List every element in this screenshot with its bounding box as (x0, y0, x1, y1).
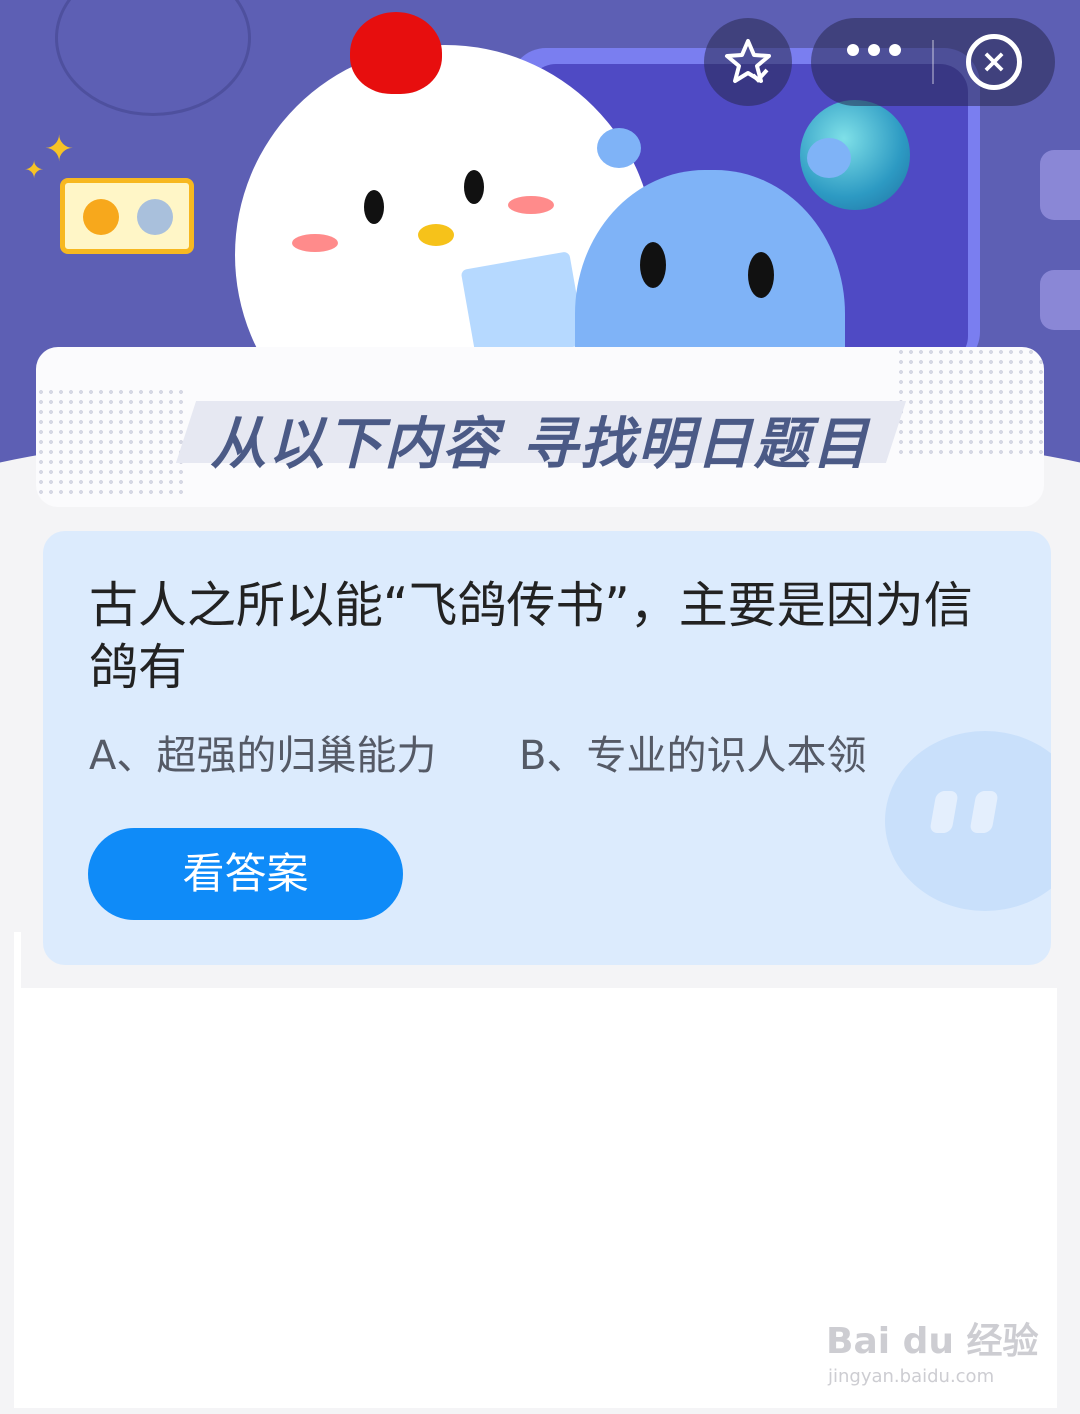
sparkle-icon: ✦ (24, 156, 45, 184)
chicken-beak (418, 224, 454, 246)
alien-eye (640, 242, 666, 288)
alien-eye (748, 252, 774, 298)
option-b: B、专业的识人本领 (519, 733, 867, 779)
alien-antenna (597, 128, 641, 168)
option-a: A、超强的归巢能力 (89, 733, 437, 779)
star-check-icon (725, 39, 771, 83)
title-banner: 从以下内容 寻找明日题目 (36, 347, 1044, 507)
medal-frame-illustration (60, 178, 194, 254)
favorite-button[interactable] (704, 18, 792, 106)
watermark-url: jingyan.baidu.com (828, 1366, 995, 1387)
side-tab-decoration (1040, 270, 1080, 330)
watermark-brand: Bai du 经验 (826, 1321, 1039, 1362)
chicken-eye (464, 170, 484, 204)
view-answer-button[interactable]: 看答案 (88, 828, 403, 920)
alien-antenna (807, 138, 851, 178)
miniapp-capsule: × (811, 18, 1055, 106)
question-text: 古人之所以能“飞鸽传书”，主要是因为信鸽有 (89, 577, 973, 696)
more-dots-icon[interactable] (847, 44, 901, 56)
chicken-eye (364, 190, 384, 224)
close-button[interactable]: × (966, 34, 1022, 90)
gold-medal-icon (83, 199, 119, 235)
chicken-comb (350, 12, 442, 94)
chicken-cheek (292, 234, 338, 252)
decorative-circle (55, 0, 251, 116)
question-card: 古人之所以能“飞鸽传书”，主要是因为信鸽有 A、超强的归巢能力 B、专业的识人本… (43, 531, 1051, 965)
content-edge (14, 932, 21, 992)
chicken-cheek (508, 196, 554, 214)
silver-medal-icon (137, 199, 173, 235)
side-tab-decoration (1040, 150, 1080, 220)
banner-title: 从以下内容 寻找明日题目 (210, 412, 870, 477)
chat-bubble-icon (885, 731, 1051, 911)
sparkle-icon: ✦ (44, 129, 75, 170)
capsule-divider (932, 40, 934, 84)
